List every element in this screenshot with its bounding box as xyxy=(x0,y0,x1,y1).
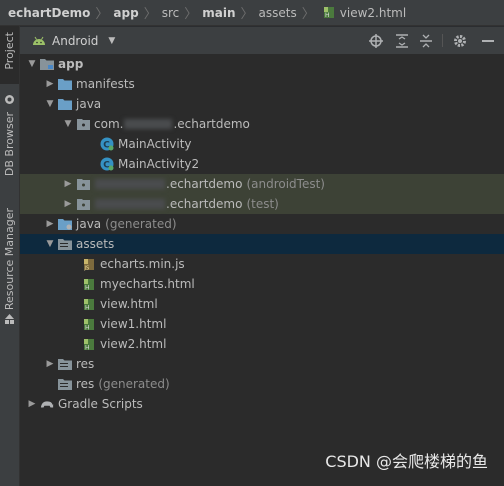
database-icon xyxy=(4,94,15,108)
svg-text:H: H xyxy=(325,12,330,19)
chevron-right-icon[interactable]: ▶ xyxy=(62,199,74,209)
chevron-right-icon[interactable]: ▶ xyxy=(44,79,56,89)
toolbar-divider xyxy=(442,34,443,47)
class-icon: C xyxy=(100,157,114,171)
chevron-down-icon[interactable]: ▼ xyxy=(44,239,56,249)
locate-file-icon[interactable] xyxy=(368,33,383,48)
html-file-icon: H xyxy=(82,317,96,331)
breadcrumb-module[interactable]: app xyxy=(113,6,138,20)
resource-folder-icon xyxy=(58,357,72,371)
breadcrumb-separator: 〉 xyxy=(95,7,109,22)
generated-folder-icon xyxy=(58,217,72,231)
package-icon xyxy=(76,197,90,211)
tree-node-main-activity[interactable]: C MainActivity xyxy=(20,134,504,154)
project-view-toolbar: Android ▼ xyxy=(20,27,504,55)
tree-node-manifests[interactable]: ▶ manifests xyxy=(20,74,504,94)
collapse-all-icon[interactable] xyxy=(418,33,433,48)
html-file-icon: H xyxy=(82,337,96,351)
tree-node-file-html[interactable]: H view.html xyxy=(20,294,504,314)
tree-node-java[interactable]: ▼ java xyxy=(20,94,504,114)
svg-text:H: H xyxy=(85,344,90,351)
svg-text:JS: JS xyxy=(84,265,90,271)
breadcrumb-separator: 〉 xyxy=(301,7,315,22)
redacted-text xyxy=(95,199,165,209)
tree-node-java-generated[interactable]: ▶ java (generated) xyxy=(20,214,504,234)
view-mode-label: Android xyxy=(52,33,99,48)
folder-icon xyxy=(58,77,72,91)
left-tool-strip: Project DB Browser Resource Manager xyxy=(0,26,20,486)
breadcrumb-project[interactable]: echartDemo xyxy=(8,6,90,20)
tree-node-res[interactable]: ▶ res xyxy=(20,354,504,374)
html-file-icon: H xyxy=(82,297,96,311)
breadcrumb: echartDemo 〉 app 〉 src 〉 main 〉 assets 〉… xyxy=(0,0,504,26)
tab-project[interactable]: Project xyxy=(0,26,19,84)
hide-panel-icon[interactable] xyxy=(480,33,495,48)
module-folder-icon xyxy=(40,57,54,71)
chevron-right-icon[interactable]: ▶ xyxy=(26,399,38,409)
package-icon xyxy=(76,177,90,191)
view-mode-dropdown[interactable]: Android ▼ xyxy=(32,34,115,48)
resource-manager-icon xyxy=(4,314,15,328)
tree-node-package-test[interactable]: ▶ .echartdemo (test) xyxy=(20,194,504,214)
tree-node-package-android-test[interactable]: ▶ .echartdemo (androidTest) xyxy=(20,174,504,194)
android-icon xyxy=(32,36,46,46)
chevron-right-icon[interactable]: ▶ xyxy=(44,359,56,369)
tree-node-file-js[interactable]: JS echarts.min.js xyxy=(20,254,504,274)
gradle-icon xyxy=(40,397,54,411)
breadcrumb-main[interactable]: main xyxy=(202,6,235,20)
gear-icon[interactable] xyxy=(452,33,467,48)
project-tree: ▼ app ▶ manifests ▼ java ▼ com. .echartde… xyxy=(20,54,504,486)
tree-node-main-activity2[interactable]: C MainActivity2 xyxy=(20,154,504,174)
tree-node-package[interactable]: ▼ com. .echartdemo xyxy=(20,114,504,134)
chevron-down-icon: ▼ xyxy=(108,35,116,46)
tree-node-file-html[interactable]: H myecharts.html xyxy=(20,274,504,294)
chevron-right-icon[interactable]: ▶ xyxy=(62,179,74,189)
chevron-right-icon[interactable]: ▶ xyxy=(44,219,56,229)
breadcrumb-separator: 〉 xyxy=(143,7,157,22)
tab-resource-manager[interactable]: Resource Manager xyxy=(0,208,19,328)
html-file-icon: H xyxy=(82,277,96,291)
tree-node-app[interactable]: ▼ app xyxy=(20,54,504,74)
breadcrumb-src[interactable]: src xyxy=(162,6,180,20)
svg-text:H: H xyxy=(85,324,90,331)
redacted-text xyxy=(124,119,173,129)
breadcrumb-assets[interactable]: assets xyxy=(259,6,297,20)
package-icon xyxy=(76,117,90,131)
svg-text:H: H xyxy=(85,304,90,311)
breadcrumb-file[interactable]: H view2.html xyxy=(320,6,406,20)
class-icon: C xyxy=(100,137,114,151)
tab-db-browser[interactable]: DB Browser xyxy=(0,94,19,194)
tree-node-file-html[interactable]: H view2.html xyxy=(20,334,504,354)
svg-text:H: H xyxy=(85,284,90,291)
tree-node-assets[interactable]: ▼ assets xyxy=(20,234,504,254)
resource-folder-icon xyxy=(58,377,72,391)
js-file-icon: JS xyxy=(82,257,96,271)
chevron-down-icon[interactable]: ▼ xyxy=(26,59,38,69)
chevron-down-icon[interactable]: ▼ xyxy=(44,99,56,109)
tree-node-res-generated[interactable]: res (generated) xyxy=(20,374,504,394)
tree-node-gradle-scripts[interactable]: ▶ Gradle Scripts xyxy=(20,394,504,414)
tree-node-file-html[interactable]: H view1.html xyxy=(20,314,504,334)
breadcrumb-separator: 〉 xyxy=(184,7,198,22)
watermark: CSDN @会爬楼梯的鱼 xyxy=(325,452,488,471)
assets-folder-icon xyxy=(58,237,72,251)
chevron-down-icon[interactable]: ▼ xyxy=(62,119,74,129)
redacted-text xyxy=(95,179,165,189)
breadcrumb-separator: 〉 xyxy=(240,7,254,22)
html-file-icon: H xyxy=(322,6,336,20)
folder-icon xyxy=(58,97,72,111)
expand-all-icon[interactable] xyxy=(394,33,409,48)
